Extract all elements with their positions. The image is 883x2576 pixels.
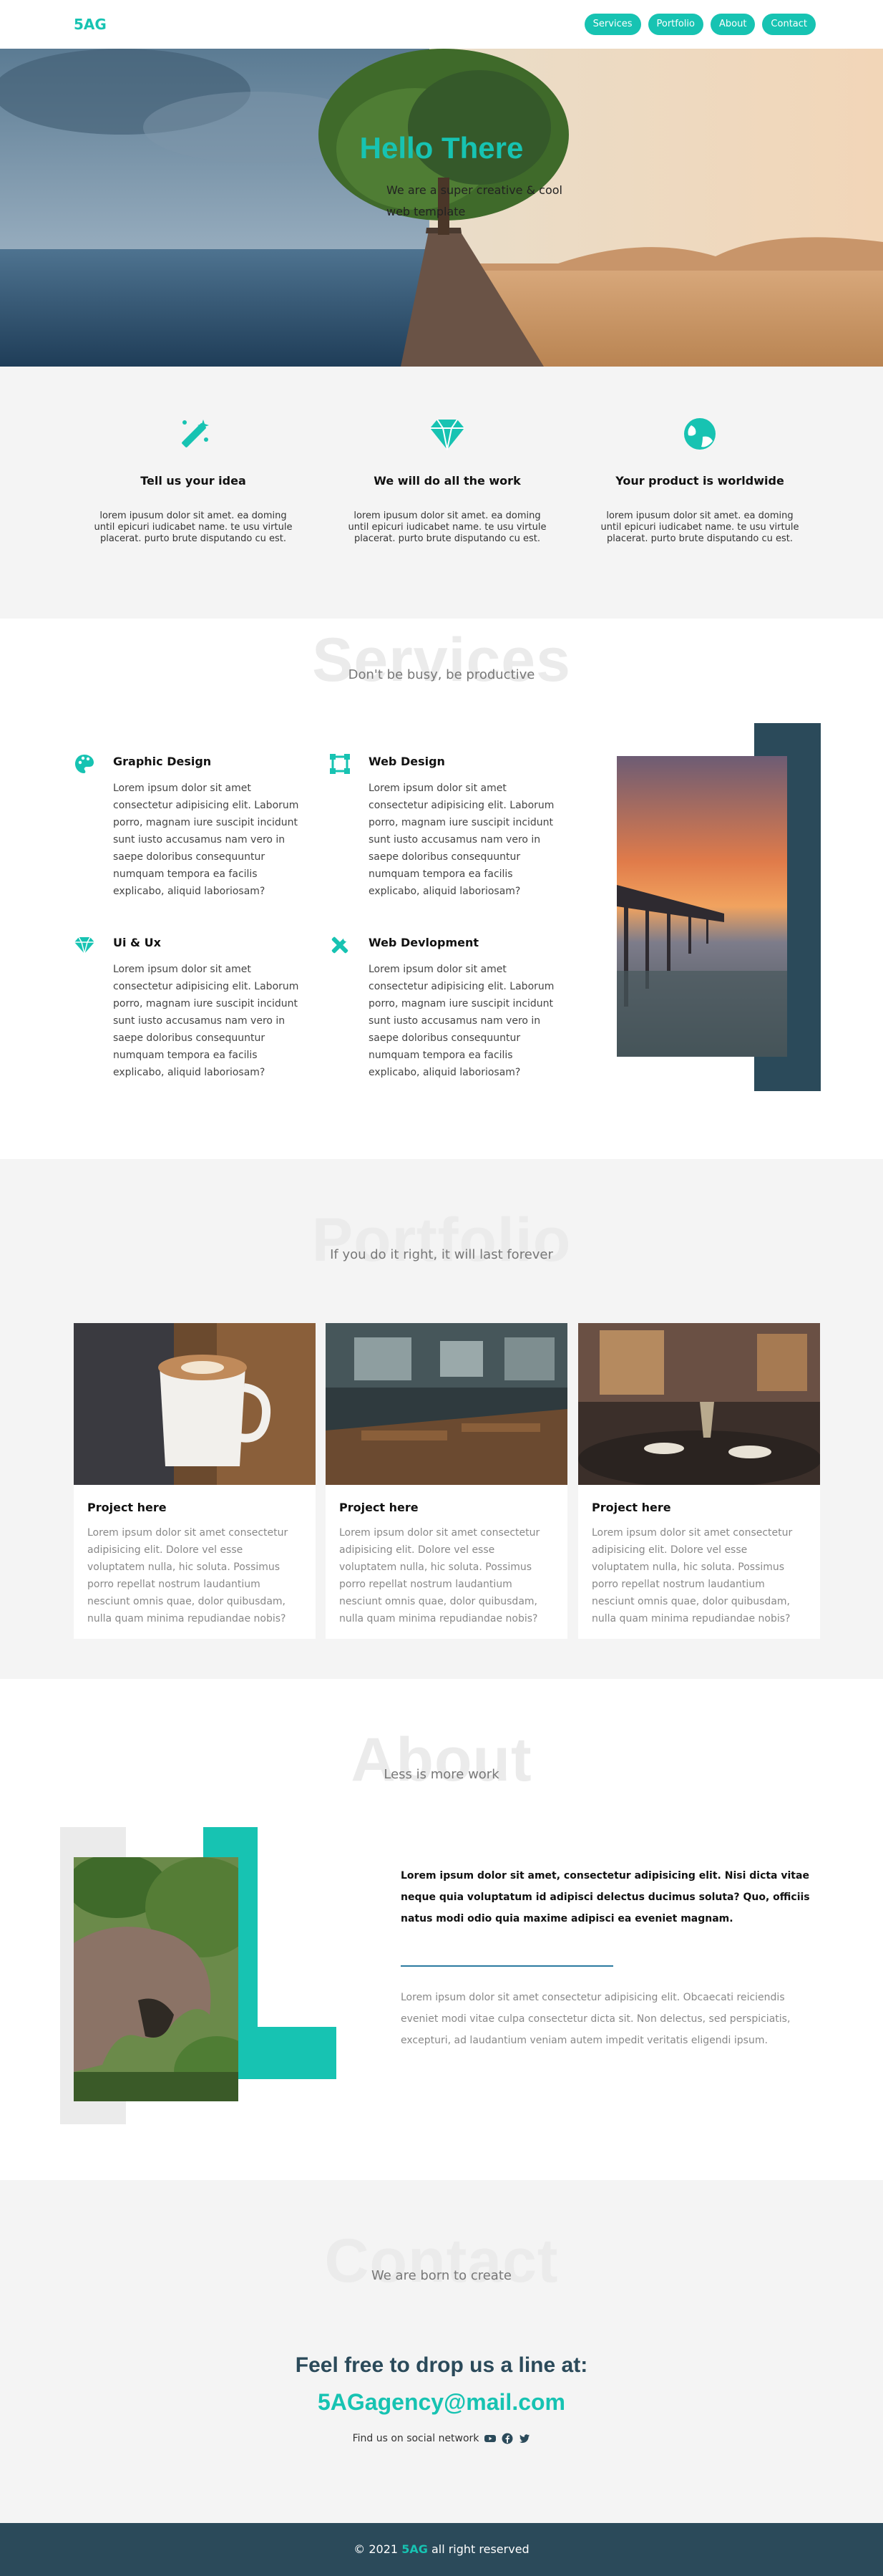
service-title: Web Devlopment: [369, 936, 479, 949]
feature-card: Tell us your idea lorem ipusum dolor sit…: [86, 415, 301, 545]
twitter-icon[interactable]: [519, 2433, 530, 2444]
about-lead-text: Lorem ipsum dolor sit amet, consectetur …: [401, 1870, 810, 1924]
social-links: Find us on social network: [0, 2433, 883, 2444]
service-title: Web Design: [369, 755, 445, 768]
section-title-watermark: About: [351, 1725, 532, 1794]
feature-text: lorem ipusum dolor sit amet. ea doming u…: [600, 510, 799, 544]
portfolio-card[interactable]: Project here Lorem ipsum dolor sit amet …: [326, 1323, 567, 1639]
service-item: Ui & Ux Lorem ipsum dolor sit amet conse…: [74, 936, 310, 1081]
site-logo[interactable]: 5AG: [74, 16, 107, 33]
hero-section: Hello There We are a super creative & co…: [0, 49, 883, 367]
contact-heading: Feel free to drop us a line at:: [295, 2353, 588, 2377]
restaurant-interior-image: [326, 1323, 567, 1485]
feature-text: lorem ipusum dolor sit amet. ea doming u…: [348, 510, 547, 544]
section-subtitle: Don't be busy, be productive: [348, 667, 535, 682]
section-title-watermark: Portfolio: [311, 1206, 572, 1274]
tools-icon: [331, 936, 349, 954]
diamond-icon: [430, 419, 464, 450]
project-text: Lorem ipsum dolor sit amet consectetur a…: [339, 1527, 540, 1624]
project-text: Lorem ipsum dolor sit amet consectetur a…: [592, 1527, 793, 1624]
services-section: Services Don't be busy, be productive Gr…: [0, 619, 883, 1159]
section-title-watermark: Services: [312, 626, 571, 694]
project-title: Project here: [87, 1501, 167, 1514]
about-section: About Less is more work Lorem ipsum dolo…: [0, 1679, 883, 2180]
section-subtitle: Less is more work: [384, 1767, 499, 1782]
section-subtitle: If you do it right, it will last forever: [330, 1247, 553, 1262]
section-subtitle: We are born to create: [371, 2268, 512, 2283]
service-title: Graphic Design: [113, 755, 212, 768]
feature-card: Your product is worldwide lorem ipusum d…: [592, 415, 807, 545]
service-text: Lorem ipsum dolor sit amet consectetur a…: [369, 964, 555, 1078]
nav-link-services[interactable]: Services: [584, 14, 641, 35]
coffee-cup-image: [74, 1323, 316, 1485]
globe-icon: [684, 418, 716, 450]
nav-links: Services Portfolio About Contact: [584, 14, 816, 35]
nav-link-portfolio[interactable]: Portfolio: [648, 14, 703, 35]
services-image-frame: [617, 723, 821, 1091]
portfolio-section: Portfolio If you do it right, it will la…: [0, 1159, 883, 1679]
palette-icon: [75, 755, 94, 773]
service-item: Graphic Design Lorem ipsum dolor sit ame…: [74, 755, 310, 900]
site-footer: © 2021 5AG all right reserved: [0, 2523, 883, 2576]
section-heading: Services Don't be busy, be productive: [0, 626, 883, 694]
section-heading: Portfolio If you do it right, it will la…: [0, 1206, 883, 1274]
feature-title: Your product is worldwide: [615, 474, 784, 488]
service-text: Lorem ipsum dolor sit amet consectetur a…: [113, 783, 299, 897]
contact-email-link[interactable]: 5AGagency@mail.com: [0, 2389, 883, 2416]
about-body-text: Lorem ipsum dolor sit amet consectetur a…: [401, 1992, 791, 2046]
nav-link-about[interactable]: About: [710, 14, 756, 35]
feature-text: lorem ipusum dolor sit amet. ea doming u…: [94, 510, 293, 544]
divider: [401, 1965, 613, 1967]
contact-section: Contact We are born to create Feel free …: [0, 2180, 883, 2523]
hero-title: Hello There: [359, 131, 524, 165]
feature-title: We will do all the work: [374, 474, 521, 488]
feature-card: We will do all the work lorem ipusum dol…: [340, 415, 555, 545]
section-heading: Contact We are born to create: [0, 2227, 883, 2295]
portfolio-card[interactable]: Project here Lorem ipsum dolor sit amet …: [74, 1323, 316, 1639]
pier-sunset-image: [617, 756, 787, 1057]
gem-icon: [74, 936, 94, 954]
top-navbar: 5AG Services Portfolio About Contact: [0, 0, 883, 49]
service-text: Lorem ipsum dolor sit amet consectetur a…: [113, 964, 299, 1078]
facebook-icon[interactable]: [502, 2433, 513, 2444]
project-title: Project here: [592, 1501, 671, 1514]
footer-rights: all right reserved: [431, 2542, 530, 2556]
features-section: Tell us your idea lorem ipusum dolor sit…: [0, 367, 883, 619]
service-text: Lorem ipsum dolor sit amet consectetur a…: [369, 783, 555, 897]
hero-subtitle: We are a super creative & cool web templ…: [386, 183, 562, 218]
portfolio-card[interactable]: Project here Lorem ipsum dolor sit amet …: [578, 1323, 820, 1639]
vector-square-icon: [330, 754, 350, 774]
social-label: Find us on social network: [352, 2433, 479, 2444]
cafe-table-image: [578, 1323, 820, 1485]
footer-copyright: © 2021: [353, 2542, 399, 2556]
feature-title: Tell us your idea: [140, 474, 246, 488]
section-title-watermark: Contact: [324, 2227, 559, 2295]
service-title: Ui & Ux: [113, 936, 161, 949]
youtube-icon[interactable]: [484, 2433, 497, 2444]
rock-arch-image: [74, 1857, 238, 2101]
project-title: Project here: [339, 1501, 419, 1514]
magic-wand-icon: [182, 420, 209, 447]
nav-link-contact[interactable]: Contact: [762, 14, 816, 35]
service-item: Web Design Lorem ipsum dolor sit amet co…: [329, 754, 565, 900]
section-heading: About Less is more work: [0, 1725, 883, 1794]
service-item: Web Devlopment Lorem ipsum dolor sit ame…: [329, 936, 565, 1081]
footer-brand: 5AG: [401, 2542, 428, 2556]
project-text: Lorem ipsum dolor sit amet consectetur a…: [87, 1527, 288, 1624]
